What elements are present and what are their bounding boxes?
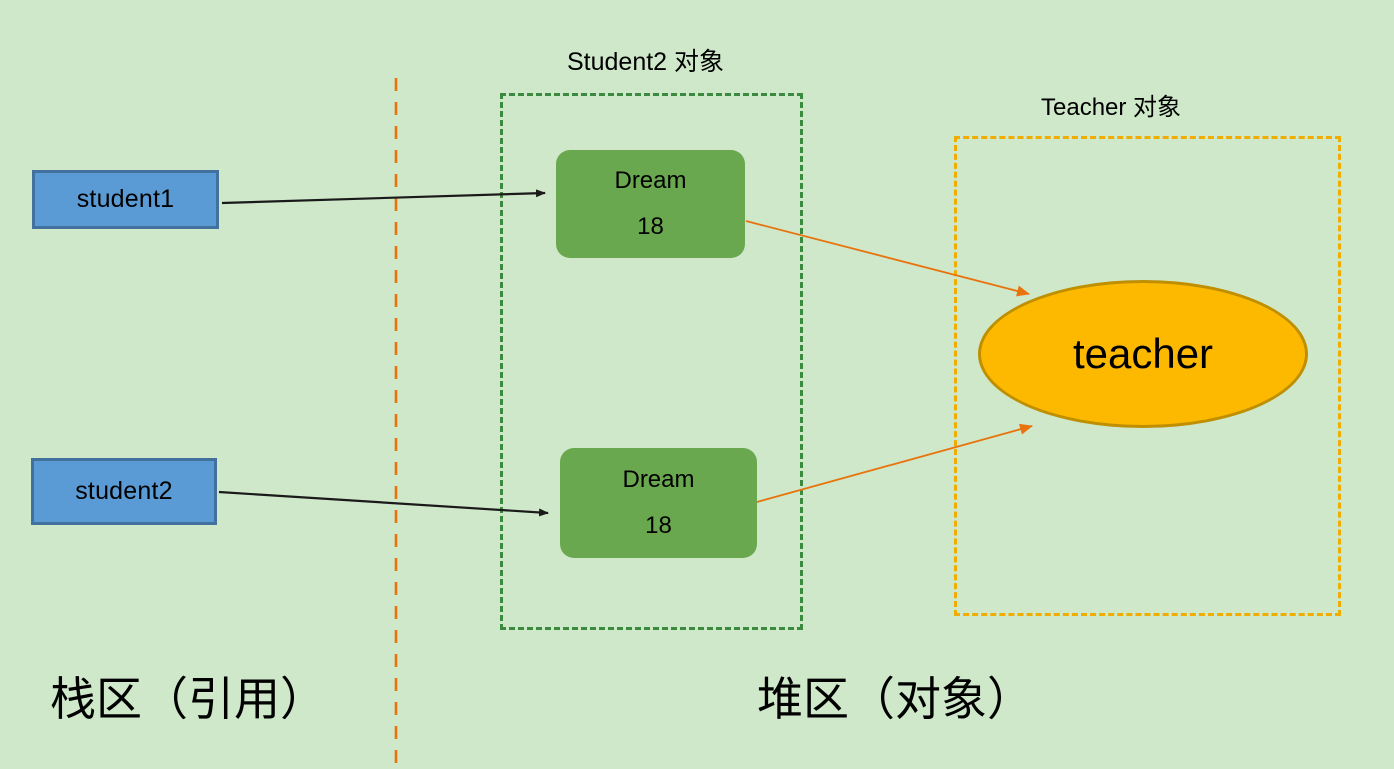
heap-object-teacher-label: teacher [1072,330,1214,377]
heap-object-dream1-age: 18 [637,213,664,240]
student2-group-caption: Student2 对象 [567,48,725,76]
stack-reference-student1[interactable]: student1 [32,170,219,229]
diagram-canvas: Student2 对象 Teacher 对象 student1 student2… [0,0,1394,769]
heap-region-label: 堆区（对象） [757,673,1033,725]
heap-object-dream2-name: Dream [622,465,695,493]
connector-student1-to-dream1 [221,189,546,205]
heap-object-teacher[interactable]: teacher [978,280,1308,428]
stack-reference-student2-label: student2 [75,477,173,505]
teacher-group-caption: Teacher 对象 [1041,94,1182,121]
heap-object-dream2[interactable]: Dream 18 [560,448,757,558]
stack-region-label: 栈区（引用） [50,673,326,725]
stack-reference-student1-label: student1 [76,185,175,213]
heap-object-dream1[interactable]: Dream 18 [556,150,745,258]
heap-object-dream2-age: 18 [645,512,672,539]
heap-object-dream1-name: Dream [614,166,687,194]
stack-reference-student2[interactable]: student2 [31,458,217,525]
connector-student2-to-dream2 [218,490,549,517]
